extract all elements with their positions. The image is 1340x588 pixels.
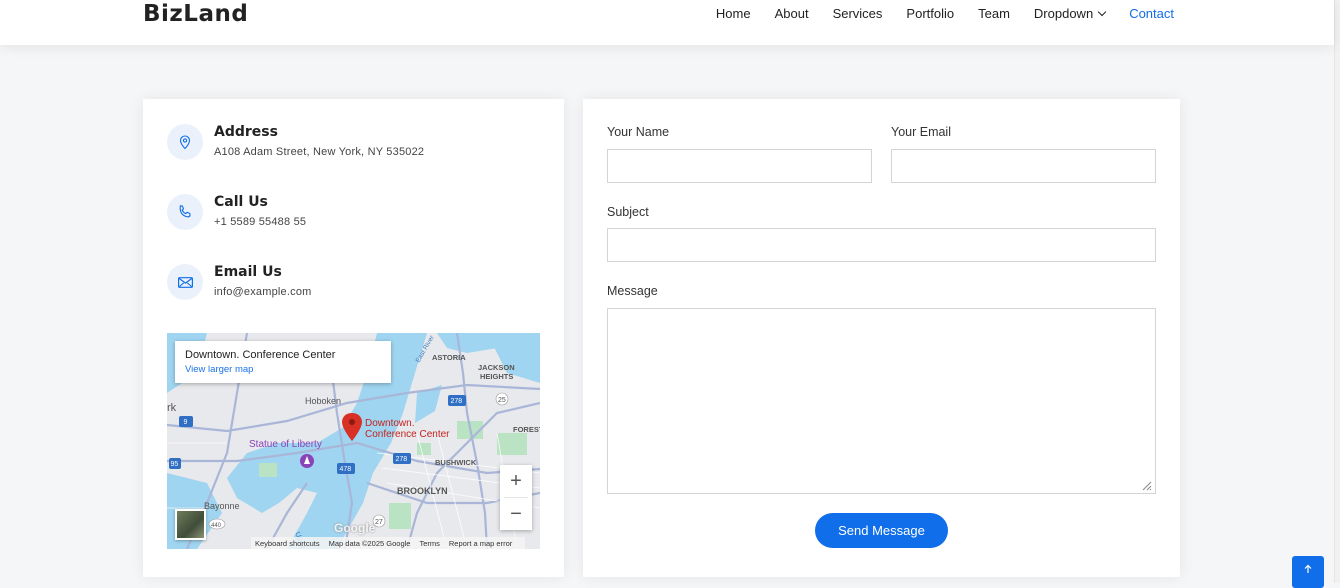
phone-value: +1 5589 55488 55 bbox=[214, 216, 307, 228]
address-value: A108 Adam Street, New York, NY 535022 bbox=[214, 146, 425, 158]
road-shield-25: 25 bbox=[498, 397, 506, 404]
label-forest: FOREST bbox=[513, 425, 540, 434]
view-larger-map-link[interactable]: View larger map bbox=[185, 364, 381, 375]
nav-dropdown[interactable]: Dropdown bbox=[1033, 6, 1107, 21]
report-map-error-link[interactable]: Report a map error bbox=[449, 539, 512, 548]
nav-portfolio[interactable]: Portfolio bbox=[906, 6, 954, 21]
label-hoboken: Hoboken bbox=[305, 396, 341, 406]
site-header: BizLand Home About Services Portfolio Te… bbox=[0, 0, 1334, 45]
nav-services[interactable]: Services bbox=[833, 6, 883, 21]
subject-input[interactable] bbox=[607, 228, 1156, 262]
page-scrollbar[interactable] bbox=[1334, 0, 1340, 583]
message-label: Message bbox=[607, 284, 658, 298]
map-zoom-controls: + − bbox=[500, 465, 532, 530]
embedded-map[interactable]: 9 95 278 278 478 25 27 440 Hoboken Statu… bbox=[167, 333, 540, 549]
satellite-toggle[interactable] bbox=[175, 509, 206, 540]
road-shield-478: 478 bbox=[340, 466, 352, 473]
envelope-icon bbox=[167, 264, 203, 300]
road-shield-27: 27 bbox=[375, 519, 383, 526]
email-title: Email Us bbox=[214, 264, 282, 280]
name-input[interactable] bbox=[607, 149, 872, 183]
resize-grip-icon[interactable] bbox=[1140, 479, 1152, 491]
chevron-down-icon bbox=[1097, 7, 1107, 17]
arrow-up-icon bbox=[1304, 564, 1312, 573]
road-shield-9: 9 bbox=[184, 419, 188, 426]
contact-form-card: Your Name Your Email Subject Message Sen… bbox=[583, 99, 1180, 577]
nav-dropdown-label: Dropdown bbox=[1033, 6, 1094, 21]
phone-icon bbox=[167, 194, 203, 230]
keyboard-shortcuts-link[interactable]: Keyboard shortcuts bbox=[255, 539, 320, 548]
zoom-out-button[interactable]: − bbox=[500, 498, 532, 530]
send-message-button[interactable]: Send Message bbox=[815, 513, 948, 548]
label-statue-of-liberty: Statue of Liberty bbox=[249, 439, 322, 450]
nav-team[interactable]: Team bbox=[978, 6, 1010, 21]
marker-label-line2: Conference Center bbox=[365, 429, 450, 440]
address-title: Address bbox=[214, 124, 278, 140]
contact-info-card: Address A108 Adam Street, New York, NY 5… bbox=[143, 99, 564, 577]
map-info-popup: Downtown. Conference Center View larger … bbox=[175, 341, 391, 383]
popup-title: Downtown. Conference Center bbox=[185, 349, 336, 361]
map-data-credit: Map data ©2025 Google bbox=[328, 538, 411, 548]
phone-title: Call Us bbox=[214, 194, 268, 210]
zoom-in-button[interactable]: + bbox=[500, 465, 532, 497]
nav-contact[interactable]: Contact bbox=[1129, 6, 1174, 21]
road-shield-440: 440 bbox=[211, 523, 222, 529]
logo[interactable]: BizLand bbox=[143, 1, 248, 27]
address-info: Address A108 Adam Street, New York, NY 5… bbox=[167, 123, 424, 160]
main-nav: Home About Services Portfolio Team Dropd… bbox=[692, 6, 1174, 21]
label-astoria: ASTORIA bbox=[432, 353, 466, 362]
phone-info: Call Us +1 5589 55488 55 bbox=[167, 193, 306, 230]
label-heights: HEIGHTS bbox=[480, 372, 513, 381]
terms-link[interactable]: Terms bbox=[419, 539, 439, 548]
email-label: Your Email bbox=[891, 125, 951, 139]
road-shield-95: 95 bbox=[171, 461, 179, 468]
marker-label-line1: Downtown. bbox=[365, 418, 414, 429]
road-shield-278b: 278 bbox=[396, 456, 408, 463]
message-textarea[interactable] bbox=[607, 308, 1156, 494]
label-bushwick: BUSHWICK bbox=[435, 458, 477, 467]
nav-about[interactable]: About bbox=[775, 6, 809, 21]
google-logo: Google bbox=[334, 521, 376, 535]
email-input[interactable] bbox=[891, 149, 1156, 183]
email-info: Email Us info@example.com bbox=[167, 263, 312, 300]
email-value: info@example.com bbox=[214, 286, 312, 298]
label-brooklyn: BROOKLYN bbox=[397, 486, 448, 496]
road-shield-278a: 278 bbox=[451, 398, 463, 405]
label-jackson: JACKSON bbox=[478, 363, 515, 372]
subject-label: Subject bbox=[607, 205, 649, 219]
label-rk: rk bbox=[167, 402, 177, 414]
map-pin-icon bbox=[167, 124, 203, 160]
name-label: Your Name bbox=[607, 125, 670, 139]
back-to-top-button[interactable] bbox=[1292, 556, 1324, 588]
label-bayonne: Bayonne bbox=[204, 501, 240, 511]
map-attribution: Keyboard shortcuts Map data ©2025 Google… bbox=[251, 537, 526, 549]
nav-home[interactable]: Home bbox=[716, 6, 751, 21]
